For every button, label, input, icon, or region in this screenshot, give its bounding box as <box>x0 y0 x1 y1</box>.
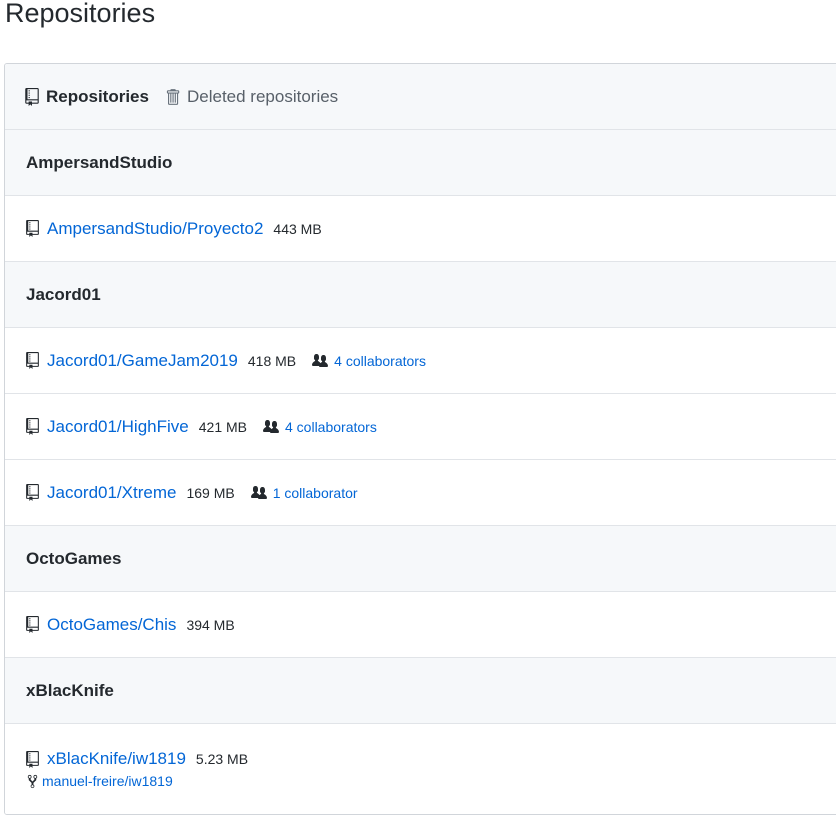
trash-icon <box>165 88 180 106</box>
fork-line: manuel-freire/iw1819 <box>26 773 173 789</box>
repo-link[interactable]: Jacord01/HighFive <box>47 417 189 437</box>
repo-link[interactable]: xBlacKnife/iw1819 <box>47 749 186 769</box>
repo-icon <box>26 750 39 768</box>
repo-row: xBlacKnife/iw1819 5.23 MB manuel-freire/… <box>5 724 836 814</box>
repo-row: Jacord01/Xtreme 169 MB 1 collaborator <box>5 460 836 526</box>
repo-size: 5.23 MB <box>195 751 249 767</box>
people-icon <box>261 419 281 435</box>
people-icon <box>249 485 269 501</box>
repo-icon <box>26 352 39 369</box>
collaborators-link[interactable]: 4 collaborators <box>310 353 426 369</box>
group-header-ampersandstudio: AmpersandStudio <box>5 130 836 196</box>
repo-row: AmpersandStudio/Proyecto2 443 MB <box>5 196 836 262</box>
tab-bar: Repositories Deleted repositories <box>5 64 836 130</box>
repo-row: Jacord01/GameJam2019 418 MB 4 collaborat… <box>5 328 836 394</box>
group-header-xblacknife: xBlacKnife <box>5 658 836 724</box>
repo-link[interactable]: Jacord01/Xtreme <box>47 483 176 503</box>
collaborators-label: 4 collaborators <box>334 352 426 369</box>
repo-icon <box>26 220 39 237</box>
repo-size: 394 MB <box>186 616 235 633</box>
repo-row: OctoGames/Chis 394 MB <box>5 592 836 658</box>
fork-parent-link[interactable]: manuel-freire/iw1819 <box>42 773 173 789</box>
fork-icon <box>27 774 38 789</box>
group-header-octogames: OctoGames <box>5 526 836 592</box>
tab-repositories-label: Repositories <box>46 86 149 106</box>
repo-size: 169 MB <box>186 484 235 501</box>
group-header-jacord01: Jacord01 <box>5 262 836 328</box>
repo-icon <box>26 418 39 435</box>
tab-repositories[interactable]: Repositories <box>25 87 149 107</box>
people-icon <box>310 353 330 369</box>
repo-icon <box>26 484 39 501</box>
repo-icon <box>26 616 39 633</box>
page-title: Repositories <box>5 0 156 28</box>
collaborators-link[interactable]: 1 collaborator <box>249 485 358 501</box>
tab-deleted-repositories-label: Deleted repositories <box>186 86 339 106</box>
collaborators-link[interactable]: 4 collaborators <box>261 419 377 435</box>
repo-link[interactable]: OctoGames/Chis <box>47 615 176 635</box>
repo-icon <box>25 87 39 106</box>
collaborators-label: 4 collaborators <box>285 418 377 435</box>
repo-link[interactable]: AmpersandStudio/Proyecto2 <box>47 219 263 239</box>
repo-size: 418 MB <box>247 352 297 369</box>
repo-size: 421 MB <box>198 418 247 435</box>
collaborators-label: 1 collaborator <box>272 484 358 501</box>
repo-size: 443 MB <box>273 220 322 237</box>
repo-row: Jacord01/HighFive 421 MB 4 collaborators <box>5 394 836 460</box>
repo-link[interactable]: Jacord01/GameJam2019 <box>47 351 238 371</box>
tab-deleted-repositories[interactable]: Deleted repositories <box>165 87 338 107</box>
repositories-box: Repositories Deleted repositories Ampers… <box>4 63 836 815</box>
